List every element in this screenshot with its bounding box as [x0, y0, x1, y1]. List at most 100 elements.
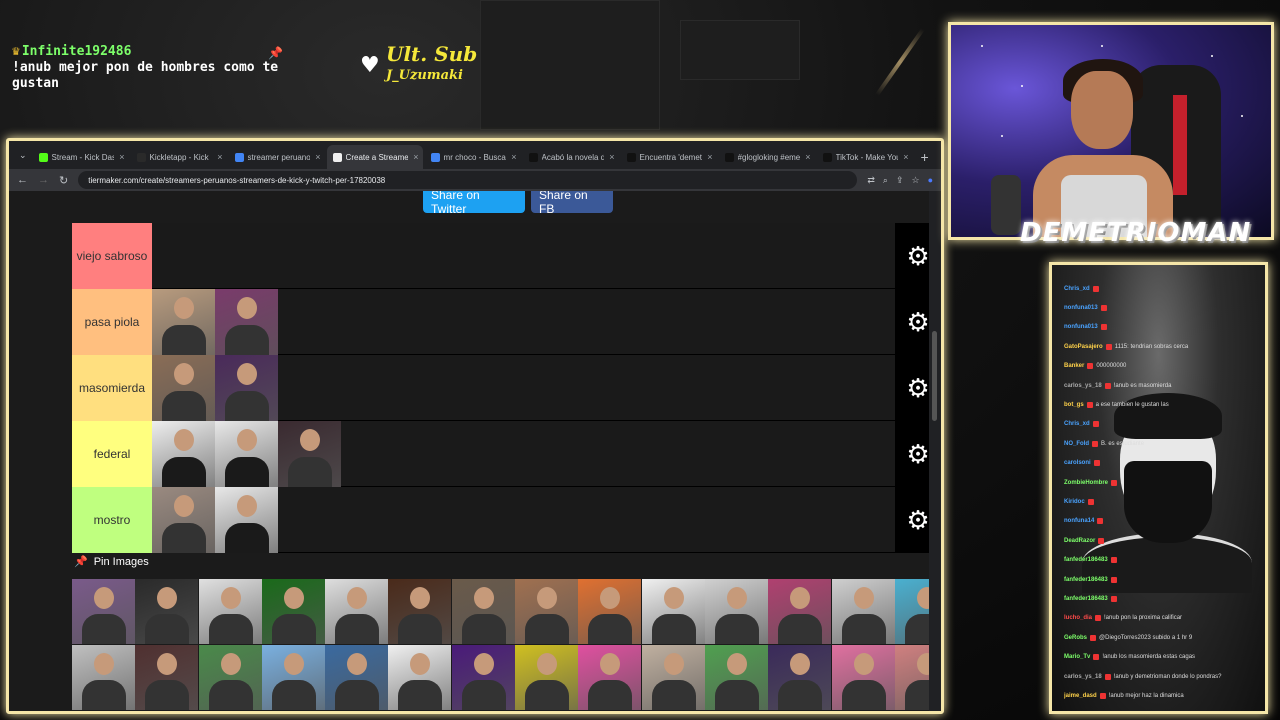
- pool-image[interactable]: [768, 579, 832, 644]
- tab-close-icon[interactable]: ×: [413, 152, 418, 162]
- pool-image[interactable]: [704, 645, 768, 710]
- chat-username[interactable]: GatoPasajero: [1064, 344, 1103, 350]
- gear-icon[interactable]: ⚙: [906, 373, 929, 404]
- pool-image[interactable]: [388, 579, 452, 644]
- reload-icon[interactable]: ↻: [59, 174, 68, 187]
- pool-image[interactable]: [135, 579, 199, 644]
- pool-image[interactable]: [325, 579, 389, 644]
- chat-username[interactable]: Mario_Tv: [1064, 654, 1090, 660]
- tier-item-image[interactable]: [152, 355, 215, 421]
- browser-tab[interactable]: Kickletapp - Kick ×: [131, 145, 227, 169]
- pool-image[interactable]: [388, 645, 452, 710]
- tab-close-icon[interactable]: ×: [511, 152, 516, 162]
- gear-icon[interactable]: ⚙: [906, 439, 929, 470]
- tab-close-icon[interactable]: ×: [119, 152, 124, 162]
- chat-username[interactable]: nonfuna013: [1064, 305, 1098, 311]
- chat-username[interactable]: nonfuna14: [1064, 518, 1094, 524]
- browser-tab[interactable]: Create a Streamers P ×: [326, 145, 423, 169]
- browser-tab[interactable]: Stream - Kick Dashbo ×: [33, 145, 129, 169]
- new-tab-button[interactable]: +: [915, 149, 935, 169]
- tier-label[interactable]: mostro: [72, 487, 152, 553]
- chat-username[interactable]: bot_gs: [1064, 402, 1084, 408]
- pool-image[interactable]: [768, 645, 832, 710]
- chat-username[interactable]: DeadRazor: [1064, 538, 1095, 544]
- chat-username[interactable]: carlos_ys_18: [1064, 674, 1102, 680]
- share-twitter-button[interactable]: Share on Twitter: [423, 191, 525, 216]
- chat-username[interactable]: GeRobs: [1064, 635, 1087, 641]
- share-icon[interactable]: ⇪: [896, 175, 904, 186]
- chat-username[interactable]: fanfeder186483: [1064, 577, 1108, 583]
- tab-close-icon[interactable]: ×: [217, 152, 222, 162]
- tier-item-image[interactable]: [152, 289, 215, 355]
- pool-image[interactable]: [325, 645, 389, 710]
- pin-images-header[interactable]: 📌 Pin Images: [74, 555, 149, 569]
- tab-close-icon[interactable]: ×: [609, 152, 614, 162]
- gear-icon[interactable]: ⚙: [906, 241, 929, 272]
- pool-image[interactable]: [641, 579, 705, 644]
- translate-icon[interactable]: ⇄: [867, 175, 875, 186]
- chat-username[interactable]: Chris_xd: [1064, 286, 1090, 292]
- bookmark-star-icon[interactable]: ☆: [911, 175, 919, 186]
- tab-close-icon[interactable]: ×: [903, 152, 908, 162]
- tab-search-icon[interactable]: ⌄: [15, 150, 31, 169]
- chat-username[interactable]: Chris_xd: [1064, 421, 1090, 427]
- chat-username[interactable]: Banker: [1064, 363, 1084, 369]
- zoom-icon[interactable]: ⌕: [883, 175, 888, 186]
- pool-image[interactable]: [578, 579, 642, 644]
- browser-tab[interactable]: #glogloking #emetri ×: [719, 145, 815, 169]
- tier-item-image[interactable]: [215, 289, 278, 355]
- chat-username[interactable]: nonfuna013: [1064, 324, 1098, 330]
- address-bar[interactable]: tiermaker.com/create/streamers-peruanos-…: [78, 171, 858, 189]
- browser-tab[interactable]: mr choco - Buscar co ×: [425, 145, 521, 169]
- tier-items[interactable]: [152, 421, 895, 487]
- tier-item-image[interactable]: [152, 421, 215, 487]
- pool-image[interactable]: [261, 579, 325, 644]
- tier-items[interactable]: [152, 355, 895, 421]
- chat-username[interactable]: Kiridoc: [1064, 499, 1085, 505]
- browser-tab[interactable]: TikTok - Make Your D ×: [817, 145, 913, 169]
- browser-tab[interactable]: streamer peruano g ×: [229, 145, 325, 169]
- tab-close-icon[interactable]: ×: [707, 152, 712, 162]
- pool-image[interactable]: [198, 645, 262, 710]
- pool-image[interactable]: [135, 645, 199, 710]
- scrollbar-thumb[interactable]: [932, 331, 937, 421]
- pool-image[interactable]: [72, 579, 135, 644]
- tier-label[interactable]: federal: [72, 421, 152, 487]
- chat-username[interactable]: fanfeder186483: [1064, 557, 1108, 563]
- tab-close-icon[interactable]: ×: [315, 152, 320, 162]
- tier-item-image[interactable]: [152, 487, 215, 553]
- profile-icon[interactable]: ●: [928, 175, 933, 186]
- scrollbar-track[interactable]: [929, 191, 941, 711]
- chat-username[interactable]: carolsoni: [1064, 460, 1091, 466]
- pool-image[interactable]: [198, 579, 262, 644]
- pool-image[interactable]: [831, 645, 895, 710]
- pool-image[interactable]: [72, 645, 135, 710]
- tier-item-image[interactable]: [215, 421, 278, 487]
- share-fb-button[interactable]: Share on FB: [531, 191, 613, 216]
- chat-username[interactable]: carlos_ys_18: [1064, 383, 1102, 389]
- tier-items[interactable]: [152, 487, 895, 553]
- pool-image[interactable]: [451, 579, 515, 644]
- tier-label[interactable]: viejo sabroso: [72, 223, 152, 289]
- chat-username[interactable]: jaime_dasd: [1064, 693, 1097, 699]
- pool-image[interactable]: [641, 645, 705, 710]
- tier-item-image[interactable]: [215, 355, 278, 421]
- chat-username[interactable]: NO_Fold: [1064, 441, 1089, 447]
- tier-item-image[interactable]: [215, 487, 278, 553]
- pool-image[interactable]: [515, 645, 579, 710]
- chat-username[interactable]: lucho_dia: [1064, 615, 1092, 621]
- gear-icon[interactable]: ⚙: [906, 307, 929, 338]
- tier-item-image[interactable]: [278, 421, 341, 487]
- pool-image[interactable]: [831, 579, 895, 644]
- tier-label[interactable]: masomierda: [72, 355, 152, 421]
- gear-icon[interactable]: ⚙: [906, 505, 929, 536]
- browser-tab[interactable]: Encuentra 'demetrio ×: [621, 145, 717, 169]
- chat-username[interactable]: ZombieHombre: [1064, 480, 1108, 486]
- tier-items[interactable]: [152, 223, 895, 288]
- pool-image[interactable]: [515, 579, 579, 644]
- pool-image[interactable]: [261, 645, 325, 710]
- chat-username[interactable]: fanfeder186483: [1064, 596, 1108, 602]
- pool-image[interactable]: [451, 645, 515, 710]
- back-icon[interactable]: ←: [17, 174, 28, 186]
- pool-image[interactable]: [704, 579, 768, 644]
